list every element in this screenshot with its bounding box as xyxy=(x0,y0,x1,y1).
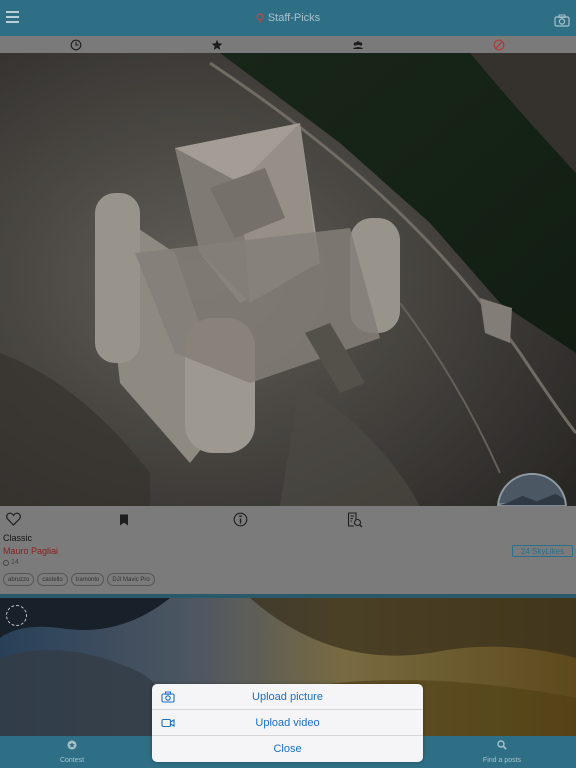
no-edit-icon xyxy=(493,39,505,51)
close-label: Close xyxy=(273,743,302,755)
tag-chip[interactable]: tramonto xyxy=(70,573,105,586)
camera-icon[interactable] xyxy=(554,14,570,27)
upload-action-sheet: Upload picture Upload video Close xyxy=(152,684,423,762)
skylikes-badge[interactable]: 24 SkyLikes xyxy=(512,545,573,557)
post-info-panel: Classic Mauro Pagliai 14 24 SkyLikes abr… xyxy=(0,506,576,594)
clock-icon xyxy=(70,39,82,51)
award-badge-icon xyxy=(6,605,27,626)
camera-icon xyxy=(161,691,175,703)
tab-find-posts-label: Find a posts xyxy=(482,757,522,764)
feed-filter-bar xyxy=(0,36,576,53)
nav-title-group: Staff-Picks xyxy=(0,0,576,36)
skylikes-label: 24 SkyLikes xyxy=(520,546,565,556)
heart-icon[interactable] xyxy=(6,512,21,526)
top-navigation-bar: Staff-Picks xyxy=(0,0,576,36)
document-search-icon[interactable] xyxy=(347,512,363,528)
info-icon[interactable] xyxy=(233,512,248,527)
post-category: Classic xyxy=(3,533,33,543)
segment-following[interactable] xyxy=(351,38,365,52)
post-author-link[interactable]: Mauro Pagliai xyxy=(3,546,58,556)
segment-restricted[interactable] xyxy=(492,38,506,52)
tab-contest-label: Contest xyxy=(59,757,85,764)
contest-icon xyxy=(67,740,77,750)
tag-chip[interactable]: castello xyxy=(37,573,68,586)
upload-picture-button[interactable]: Upload picture xyxy=(152,684,423,710)
bookmark-icon[interactable] xyxy=(119,514,129,526)
upload-picture-label: Upload picture xyxy=(252,690,323,703)
view-count-value: 14 xyxy=(11,559,19,566)
close-button[interactable]: Close xyxy=(152,736,423,762)
upload-video-button[interactable]: Upload video xyxy=(152,710,423,736)
upload-video-label: Upload video xyxy=(255,716,320,729)
tag-chip[interactable]: abruzzo xyxy=(3,573,35,586)
segment-recent[interactable] xyxy=(69,38,83,52)
post-photo[interactable] xyxy=(0,53,576,506)
pin-icon xyxy=(256,13,264,23)
tab-contest[interactable]: Contest xyxy=(42,739,102,764)
castle-photo-image xyxy=(0,53,576,506)
star-icon xyxy=(211,39,223,50)
eye-icon xyxy=(3,559,9,566)
group-icon xyxy=(353,41,363,49)
page-title: Staff-Picks xyxy=(267,12,321,24)
view-count: 14 xyxy=(3,559,19,566)
search-icon xyxy=(497,740,507,750)
tag-chip[interactable]: DJI Mavic Pro xyxy=(107,573,155,586)
tag-list: abruzzo castello tramonto DJI Mavic Pro xyxy=(3,573,155,586)
video-camera-icon xyxy=(161,718,175,728)
tab-find-posts[interactable]: Find a posts xyxy=(472,739,532,764)
segment-staff-picks[interactable] xyxy=(210,38,224,52)
